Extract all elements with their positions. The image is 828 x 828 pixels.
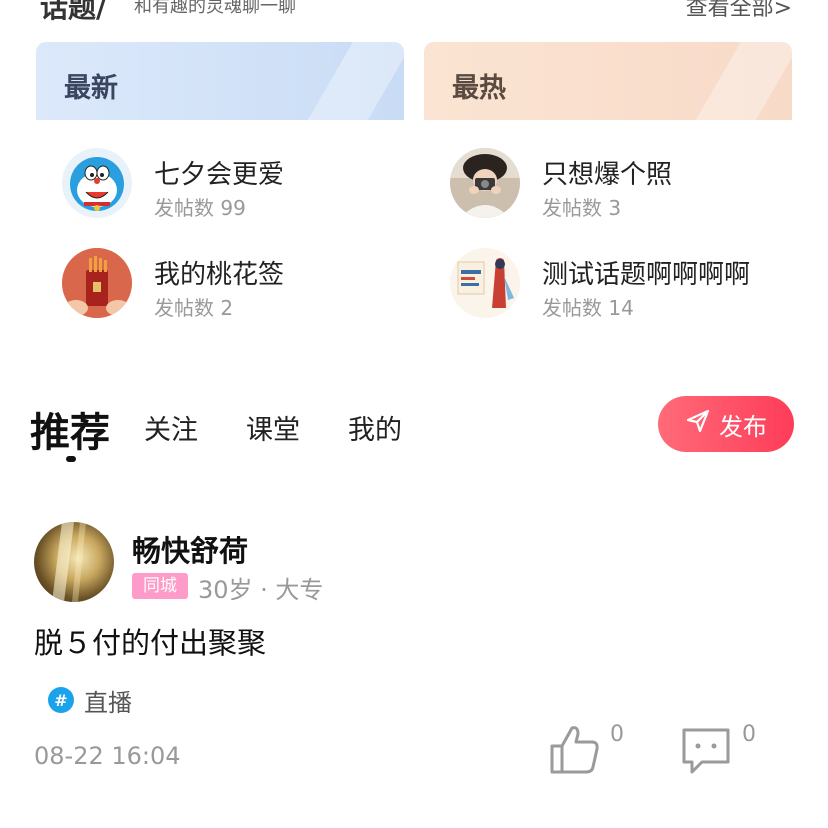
topic-item[interactable]: 我的桃花签 发帖数 2 [62,248,402,320]
tab-mine[interactable]: 我的 [348,408,402,447]
post-topic-label: 直播 [84,688,132,717]
post-timestamp: 08-22 16:04 [34,742,181,770]
topic-post-count: 发帖数 14 [542,296,634,320]
topic-section-header: 话题/ 和有趣的灵魂聊一聊 查看全部> [36,0,796,24]
topic-post-count: 发帖数 3 [542,196,622,220]
like-count: 0 [610,722,624,747]
topic-item[interactable]: 只想爆个照 发帖数 3 [450,148,790,220]
topic-avatar-peach-blossom [62,248,132,318]
like-button[interactable]: 0 [548,722,638,778]
topic-item[interactable]: 七夕会更爱 发帖数 99 [62,148,402,220]
topic-name: 七夕会更爱 [154,160,285,190]
post-topic-tag[interactable]: # 直播 [48,682,132,718]
tab-follow[interactable]: 关注 [144,408,198,447]
tab-recommend[interactable]: 推荐 [30,400,110,458]
latest-panel-header[interactable]: 最新 [36,42,404,120]
feed-tabs: 推荐 关注 课堂 我的 [30,396,450,466]
hashtag-icon: # [48,687,74,713]
latest-topics-panel: 最新 七夕会更爱 发帖数 99 我的桃花签 发帖数 2 [36,42,404,334]
comment-icon [680,728,734,780]
hottest-panel-header[interactable]: 最热 [424,42,792,120]
thumbs-up-icon [548,726,602,780]
topic-name: 只想爆个照 [542,160,673,190]
topic-name: 测试话题啊啊啊啊 [542,260,751,290]
topic-avatar-doraemon [62,148,132,218]
topic-item[interactable]: 测试话题啊啊啊啊 发帖数 14 [450,248,790,320]
latest-panel-title: 最新 [64,73,118,104]
hottest-topics-panel: 最热 只想爆个照 发帖数 3 测试话题啊啊啊啊 发帖数 14 [424,42,792,334]
topic-avatar-camera-girl [450,148,520,218]
topic-post-count: 发帖数 2 [154,296,234,320]
active-tab-indicator [66,456,76,462]
comment-button[interactable]: 0 [680,722,770,778]
tab-classroom[interactable]: 课堂 [246,408,300,447]
comment-count: 0 [742,722,756,747]
same-city-badge: 同城 [132,573,188,599]
user-meta: 30岁 · 大专 [198,576,324,604]
topic-avatar-poster [450,248,520,318]
user-avatar[interactable] [34,522,114,602]
hottest-panel-title: 最热 [452,73,506,104]
view-all-link[interactable]: 查看全部> [686,0,792,22]
post-content[interactable]: 脱５付的付出聚聚 [34,620,266,662]
publish-button[interactable]: 发布 [658,396,794,452]
send-icon [685,408,711,440]
topic-post-count: 发帖数 99 [154,196,246,220]
topic-name: 我的桃花签 [154,260,285,290]
topic-section-title: 话题/ [40,0,107,24]
publish-button-label: 发布 [719,412,767,441]
user-name[interactable]: 畅快舒荷 [132,528,248,570]
feed-post[interactable]: 畅快舒荷 同城 30岁 · 大专 脱５付的付出聚聚 # 直播 08-22 16:… [34,522,794,782]
topic-section-subtitle: 和有趣的灵魂聊一聊 [134,0,296,17]
